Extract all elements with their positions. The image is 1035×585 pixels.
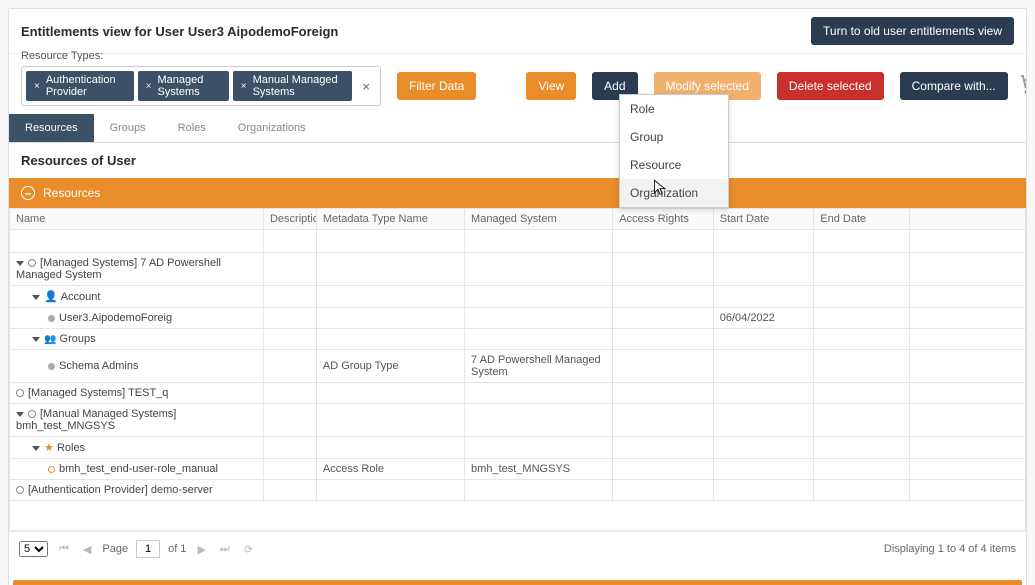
user-icon: 👤 bbox=[44, 291, 58, 303]
clear-tags-icon[interactable]: × bbox=[354, 79, 378, 94]
row-name-label: User3.AipodemoForeig bbox=[59, 312, 172, 324]
pager-summary: Displaying 1 to 4 of 4 items bbox=[884, 543, 1016, 555]
add-menu-resource[interactable]: Resource bbox=[620, 151, 728, 179]
expander-open-icon[interactable] bbox=[32, 295, 40, 300]
col-access-rights[interactable]: Access Rights bbox=[613, 209, 714, 230]
table-row[interactable]: ★ Roles bbox=[10, 437, 1026, 459]
row-name-label: Account bbox=[61, 291, 101, 303]
pager-prev-icon[interactable]: ◀ bbox=[80, 543, 94, 556]
pager-page-label: Page bbox=[102, 543, 128, 555]
dot-icon bbox=[48, 363, 55, 370]
table-row[interactable]: [Managed Systems] TEST_q bbox=[10, 383, 1026, 404]
collapse-icon[interactable]: – bbox=[21, 186, 35, 200]
radio-icon[interactable] bbox=[16, 389, 24, 397]
table-row[interactable]: [Authentication Provider] demo-server bbox=[10, 480, 1026, 501]
close-icon[interactable]: × bbox=[146, 81, 152, 92]
row-name-label: [Authentication Provider] demo-server bbox=[28, 484, 213, 496]
col-name[interactable]: Name bbox=[10, 209, 264, 230]
resource-types-label: Resource Types: bbox=[21, 50, 103, 62]
tag-auth-provider[interactable]: ×Authentication Provider bbox=[26, 71, 134, 101]
pager-last-icon[interactable]: ⏭ bbox=[217, 543, 233, 556]
row-name-label: Groups bbox=[60, 333, 96, 345]
table-row[interactable]: 👤Account bbox=[10, 286, 1026, 308]
col-start-date[interactable]: Start Date bbox=[713, 209, 814, 230]
tab-roles[interactable]: Roles bbox=[162, 114, 222, 142]
pager-of-label: of 1 bbox=[168, 543, 186, 555]
tabs: Resources Groups Roles Organizations bbox=[9, 114, 1026, 143]
switch-view-button[interactable]: Turn to old user entitlements view bbox=[811, 17, 1014, 45]
expander-open-icon[interactable] bbox=[32, 446, 40, 451]
col-managed-system[interactable]: Managed System bbox=[465, 209, 613, 230]
expander-open-icon[interactable] bbox=[32, 337, 40, 342]
add-dropdown: Role Group Resource Organization bbox=[619, 94, 729, 208]
row-name-label: [Managed Systems] TEST_q bbox=[28, 387, 168, 399]
radio-icon[interactable] bbox=[16, 486, 24, 494]
row-name-label: [Manual Managed Systems] bmh_test_MNGSYS bbox=[16, 408, 176, 432]
close-icon[interactable]: × bbox=[241, 81, 247, 92]
table-row[interactable]: Schema AdminsAD Group Type7 AD Powershel… bbox=[10, 350, 1026, 383]
table-row[interactable]: bmh_test_end-user-role_manualAccess Role… bbox=[10, 459, 1026, 480]
col-end-date[interactable]: End Date bbox=[814, 209, 909, 230]
group-icon: 👥 bbox=[44, 334, 56, 345]
close-icon[interactable]: × bbox=[34, 81, 40, 92]
radio-icon[interactable] bbox=[28, 259, 36, 267]
compare-with-button[interactable]: Compare with... bbox=[900, 72, 1008, 100]
table-row[interactable]: 👥 Groups bbox=[10, 329, 1026, 350]
row-name-label: bmh_test_end-user-role_manual bbox=[59, 463, 218, 475]
dot-icon bbox=[48, 315, 55, 322]
band-roles-no-access[interactable]: + Roles which don't grant any access bbox=[13, 580, 1022, 585]
expander-open-icon[interactable] bbox=[16, 261, 24, 266]
section-title: Resources of User bbox=[9, 143, 1026, 178]
row-name-label: Roles bbox=[57, 442, 85, 454]
pager-refresh-icon[interactable]: ⟳ bbox=[241, 543, 256, 556]
tab-groups[interactable]: Groups bbox=[94, 114, 162, 142]
tab-organizations[interactable]: Organizations bbox=[222, 114, 322, 142]
filter-data-button[interactable]: Filter Data bbox=[397, 72, 476, 100]
table-row[interactable]: [Manual Managed Systems] bmh_test_MNGSYS bbox=[10, 404, 1026, 437]
star-icon: ★ bbox=[44, 442, 54, 454]
col-metadata-type[interactable]: Metadata Type Name bbox=[316, 209, 464, 230]
table-row[interactable]: [Managed Systems] 7 AD Powershell Manage… bbox=[10, 253, 1026, 286]
resource-types-tagbox[interactable]: ×Authentication Provider ×Managed System… bbox=[21, 66, 381, 106]
tag-manual-managed-systems[interactable]: ×Manual Managed Systems bbox=[233, 71, 353, 101]
band-resources[interactable]: – Resources bbox=[9, 178, 1026, 208]
tab-resources[interactable]: Resources bbox=[9, 114, 94, 142]
expander-open-icon[interactable] bbox=[16, 412, 24, 417]
page-title: Entitlements view for User User3 Aipodem… bbox=[21, 24, 338, 39]
add-menu-organization[interactable]: Organization bbox=[620, 179, 728, 207]
tag-managed-systems[interactable]: ×Managed Systems bbox=[138, 71, 229, 101]
table-row[interactable]: User3.AipodemoForeig06/04/2022 bbox=[10, 308, 1026, 329]
delete-selected-button[interactable]: Delete selected bbox=[777, 72, 884, 100]
view-button[interactable]: View bbox=[526, 72, 576, 100]
page-size-select[interactable]: 5 bbox=[19, 541, 48, 557]
pager-next-icon[interactable]: ▶ bbox=[194, 543, 208, 556]
resources-grid: Name Description Metadata Type Name Mana… bbox=[9, 208, 1026, 531]
radio-small-icon bbox=[48, 466, 55, 473]
row-name-label: Schema Admins bbox=[59, 360, 138, 372]
add-menu-group[interactable]: Group bbox=[620, 123, 728, 151]
radio-icon[interactable] bbox=[28, 410, 36, 418]
filter-name-input[interactable] bbox=[12, 232, 261, 250]
col-actions bbox=[909, 209, 1026, 230]
add-menu-role[interactable]: Role bbox=[620, 95, 728, 123]
band-resources-label: Resources bbox=[43, 186, 100, 200]
cart-icon[interactable]: 0 bbox=[1018, 72, 1027, 100]
pager: 5 ⏮ ◀ Page of 1 ▶ ⏭ ⟳ Displaying 1 to 4 … bbox=[9, 531, 1026, 566]
col-description[interactable]: Description bbox=[263, 209, 316, 230]
pager-page-input[interactable] bbox=[136, 540, 160, 558]
row-name-label: [Managed Systems] 7 AD Powershell Manage… bbox=[16, 257, 221, 281]
pager-first-icon[interactable]: ⏮ bbox=[56, 543, 72, 556]
